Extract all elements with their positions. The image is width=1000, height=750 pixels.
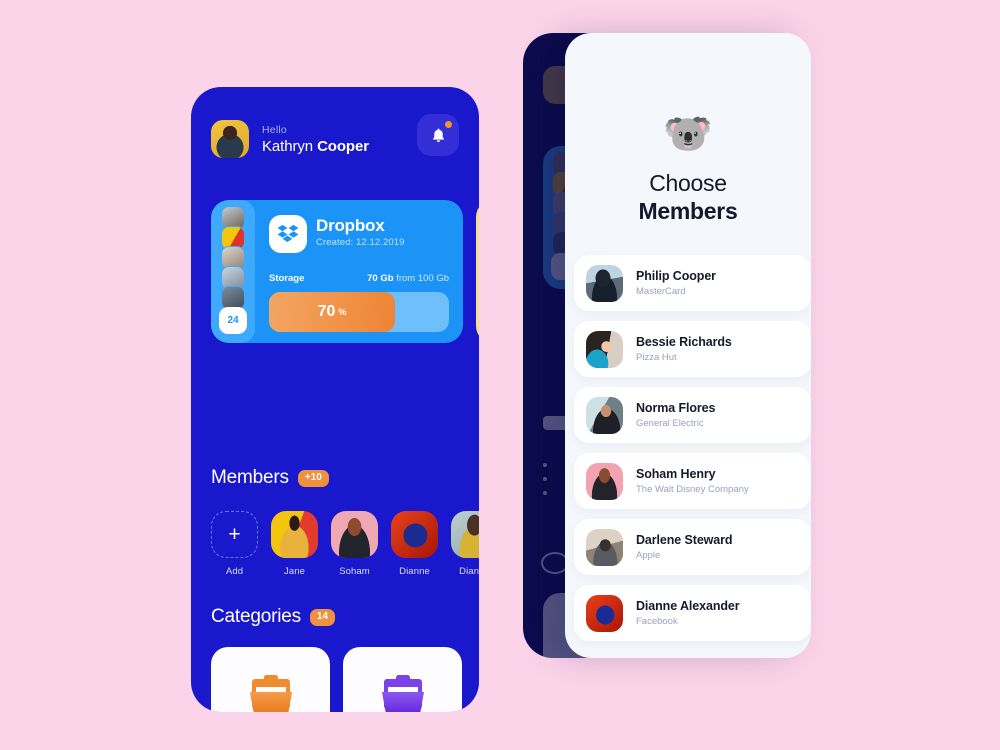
avatar xyxy=(586,462,623,500)
add-member-item[interactable]: Add xyxy=(211,511,258,577)
storage-value: 70 Gb from 100 Gb xyxy=(367,273,449,284)
avatar[interactable] xyxy=(211,120,249,158)
members-list[interactable]: Add Jane Soham xyxy=(211,511,479,577)
member-label: Dianne xyxy=(459,566,479,577)
categories-title: Categories xyxy=(211,606,301,627)
modal-title-line1: Choose xyxy=(649,170,727,196)
member-label: Dianne xyxy=(399,566,430,577)
member-name: Philip Cooper xyxy=(636,269,716,283)
progress-percent-value: 70 xyxy=(317,303,336,320)
list-item-text: Philip Cooper MasterCard xyxy=(636,269,716,297)
list-item-text: Bessie Richards Pizza Hut xyxy=(636,335,732,363)
member-item[interactable]: Dianne xyxy=(451,511,479,577)
avatar xyxy=(586,330,623,368)
notifications-button[interactable] xyxy=(417,114,459,156)
modal-members-list[interactable]: Philip Cooper MasterCard Bessie Richards… xyxy=(574,255,811,651)
list-item[interactable]: Norma Flores General Electric xyxy=(574,387,811,443)
avatar xyxy=(586,594,623,632)
storage-total: from 100 Gb xyxy=(396,273,449,284)
storage-used: 70 Gb xyxy=(367,273,394,284)
list-item-text: Soham Henry The Walt Disney Company xyxy=(636,467,749,495)
screenshot-canvas: Hello Kathryn Cooper 24 Dropbox Created:… xyxy=(0,0,1000,750)
phone-dashboard: Hello Kathryn Cooper 24 Dropbox Created:… xyxy=(191,87,479,712)
card-members-strip: 24 xyxy=(211,200,255,343)
avatar xyxy=(586,264,623,302)
member-item[interactable]: Soham xyxy=(331,511,378,577)
next-storage-card-peek[interactable] xyxy=(476,200,479,343)
member-name: Soham Henry xyxy=(636,467,716,481)
member-item[interactable]: Jane xyxy=(271,511,318,577)
list-item[interactable]: Soham Henry The Walt Disney Company xyxy=(574,453,811,509)
category-card-document[interactable]: Document 256 files • 12 Gb xyxy=(211,647,330,712)
member-name: Norma Flores xyxy=(636,401,716,415)
greeting-label: Hello xyxy=(262,123,287,136)
member-company: Pizza Hut xyxy=(636,352,677,363)
members-section-header: Members +10 xyxy=(211,467,329,489)
member-company: Apple xyxy=(636,550,661,561)
category-card-video[interactable]: Video 43 files • 309 Gb xyxy=(343,647,462,712)
folder-icon-orange xyxy=(244,675,298,712)
member-count-badge: 24 xyxy=(219,307,247,334)
categories-list[interactable]: Document 256 files • 12 Gb Video xyxy=(211,647,462,712)
dropbox-icon xyxy=(269,215,307,253)
list-item[interactable]: Philip Cooper MasterCard xyxy=(574,255,811,311)
list-item-text: Darlene Steward Apple xyxy=(636,533,733,561)
member-avatar xyxy=(451,511,479,558)
members-count-badge: +10 xyxy=(297,469,329,487)
list-item[interactable]: Bessie Richards Pizza Hut xyxy=(574,321,811,377)
member-label: Add xyxy=(225,566,244,577)
user-last-name: Cooper xyxy=(317,137,369,155)
service-name: Dropbox xyxy=(316,216,385,235)
member-name: Darlene Steward xyxy=(636,533,733,547)
categories-count-badge: 14 xyxy=(309,608,336,626)
notification-badge-dot xyxy=(445,121,452,128)
storage-progress-track: 70 % xyxy=(269,292,449,332)
member-label: Jane xyxy=(283,566,305,577)
member-company: The Walt Disney Company xyxy=(636,484,749,495)
member-label: Soham xyxy=(339,566,370,577)
koala-emoji: 🐨 xyxy=(663,112,713,156)
member-name: Bessie Richards xyxy=(636,335,732,349)
user-name: Kathryn Cooper xyxy=(262,137,369,156)
member-avatar xyxy=(391,511,438,558)
members-title: Members xyxy=(211,467,289,488)
greeting-row: Hello Kathryn Cooper xyxy=(211,120,369,158)
member-company: Facebook xyxy=(636,616,678,627)
bell-icon xyxy=(432,128,444,143)
member-company: MasterCard xyxy=(636,286,686,297)
progress-percent-unit: % xyxy=(338,307,347,317)
list-item-text: Dianne Alexander Facebook xyxy=(636,599,740,627)
service-created-label: Created: 12.12.2019 xyxy=(316,237,405,248)
member-company: General Electric xyxy=(636,418,704,429)
storage-progress-fill: 70 % xyxy=(269,292,395,332)
plus-icon[interactable] xyxy=(211,511,258,558)
member-avatar xyxy=(271,511,318,558)
storage-card[interactable]: 24 Dropbox Created: 12.12.2019 Storage 7… xyxy=(211,200,463,343)
user-first-name: Kathryn xyxy=(262,137,313,155)
modal-title-line2: Members xyxy=(638,198,738,224)
folder-icon-purple xyxy=(376,675,430,712)
storage-label: Storage xyxy=(269,273,305,284)
member-avatar xyxy=(331,511,378,558)
choose-members-modal: 🐨 Choose Members Philip Cooper MasterCar… xyxy=(565,33,811,658)
list-item-text: Norma Flores General Electric xyxy=(636,401,715,429)
list-item[interactable]: Darlene Steward Apple xyxy=(574,519,811,575)
list-item[interactable]: Dianne Alexander Facebook xyxy=(574,585,811,641)
member-item[interactable]: Dianne xyxy=(391,511,438,577)
avatar xyxy=(586,528,623,566)
avatar xyxy=(586,396,623,434)
categories-section-header: Categories 14 xyxy=(211,606,336,628)
member-name: Dianne Alexander xyxy=(636,599,740,613)
greeting-text: Hello Kathryn Cooper xyxy=(262,123,369,156)
